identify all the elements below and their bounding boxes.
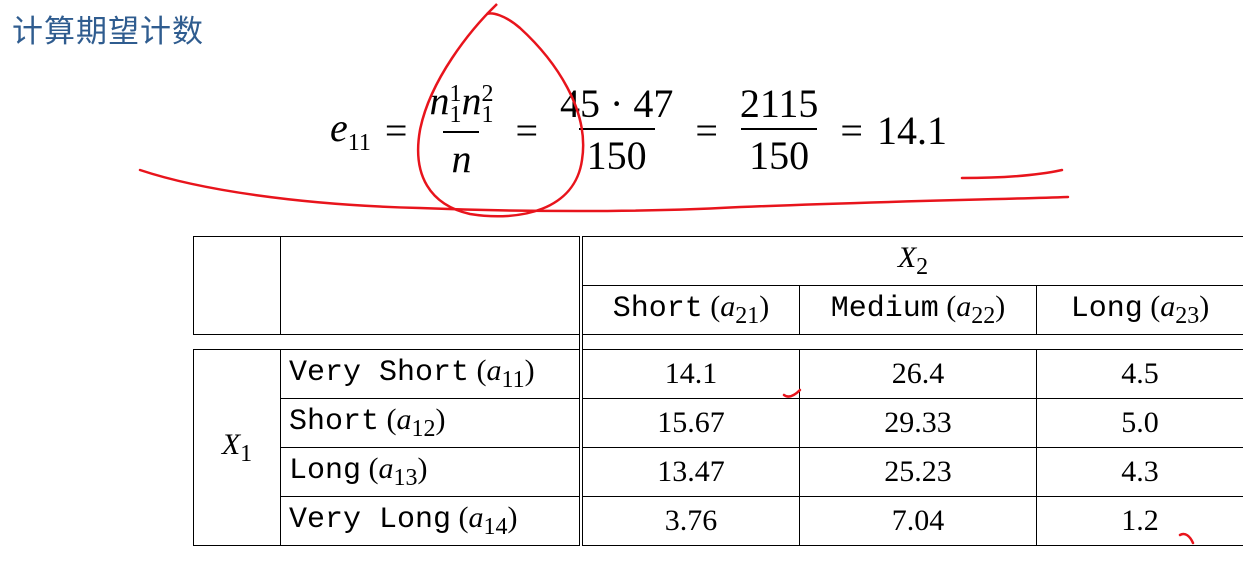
table-cell: 29.33: [799, 398, 1037, 448]
row-header: Short (a12): [280, 398, 582, 448]
column-header: Medium (a22): [799, 285, 1037, 335]
corner-cell: [280, 236, 582, 335]
row-group-header: X1: [193, 349, 281, 546]
table-cell: 15.67: [579, 398, 800, 448]
table-cell: 4.5: [1036, 349, 1243, 399]
column-header: Long (a23): [1036, 285, 1243, 335]
row-header: Very Long (a14): [280, 496, 582, 546]
page-title: 计算期望计数: [12, 14, 204, 50]
contingency-table: X2 Short (a21) Medium (a22) Long (a23) X…: [193, 236, 1243, 546]
fraction-numeric: 45 · 47 150: [560, 81, 674, 178]
row-header: Very Short (a11): [280, 349, 582, 399]
equals-sign: =: [840, 107, 863, 153]
table-cell: 5.0: [1036, 398, 1243, 448]
table-cell: 13.47: [579, 447, 800, 497]
table-cell: 3.76: [579, 496, 800, 546]
table-cell: 14.1: [579, 349, 800, 399]
fraction-symbolic: n11n21 n: [429, 78, 494, 181]
result-underline: [960, 168, 1064, 180]
table-cell: 1.2: [1036, 496, 1243, 546]
column-group-header: X2: [579, 236, 1243, 286]
equals-sign: =: [515, 107, 538, 153]
corner-cell: [193, 236, 281, 335]
column-header: Short (a21): [579, 285, 800, 335]
equals-sign: =: [384, 107, 408, 153]
table-cell: 7.04: [799, 496, 1037, 546]
formula-lhs: e11: [330, 104, 371, 156]
row-header: Long (a13): [280, 447, 582, 497]
fraction-product: 2115 150: [739, 81, 819, 178]
table-cell: 4.3: [1036, 447, 1243, 497]
equals-sign: =: [695, 107, 718, 153]
table-cell: 25.23: [799, 447, 1037, 497]
table-cell: 26.4: [799, 349, 1037, 399]
formula-result: 14.1: [876, 107, 947, 153]
expected-count-formula: e11 = n11n21 n = 45 · 47 150 = 2115 150 …: [330, 60, 947, 200]
